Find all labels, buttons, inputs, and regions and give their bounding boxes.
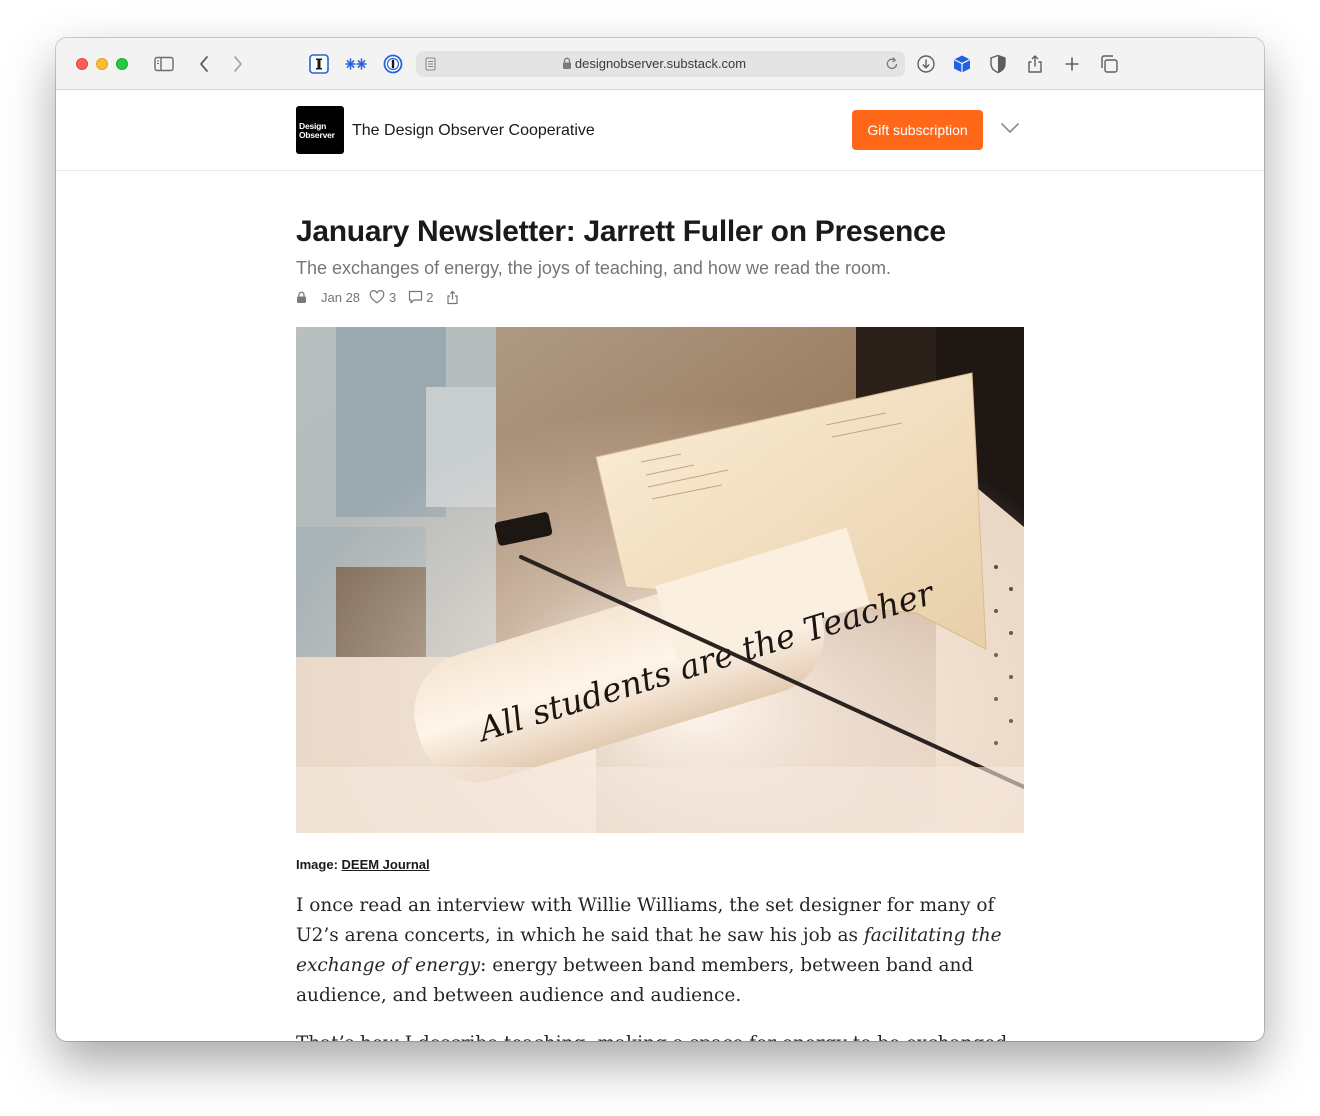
address-bar[interactable]: designobserver.substack.com — [416, 51, 905, 77]
back-icon[interactable] — [192, 52, 216, 76]
comments-button[interactable]: 2 — [408, 289, 434, 305]
post-subtitle: The exchanges of energy, the joys of tea… — [296, 258, 892, 278]
post-meta: Jan 28 3 2 — [296, 288, 459, 306]
comment-icon — [409, 290, 423, 304]
caption-link[interactable]: DEEM Journal — [342, 857, 430, 872]
shield-icon[interactable] — [986, 52, 1010, 76]
sidebar-icon[interactable] — [152, 52, 176, 76]
reload-icon[interactable] — [885, 56, 899, 76]
like-button[interactable]: 3 — [369, 290, 396, 305]
url-text[interactable]: designobserver.substack.com — [416, 56, 905, 71]
chevron-down-icon[interactable] — [1000, 121, 1020, 139]
logo-line-2: Observer — [299, 130, 335, 140]
publication-name[interactable]: The Design Observer Cooperative — [352, 122, 595, 140]
browser-toolbar: designobserver.substack.com — [56, 38, 1264, 90]
tabs-overview-icon[interactable] — [1097, 52, 1121, 76]
zoom-window-button[interactable] — [116, 58, 128, 70]
post-title: January Newsletter: Jarrett Fuller on Pr… — [296, 215, 946, 248]
paragraph-1: I once read an interview with Willie Wil… — [296, 891, 1024, 1011]
browser-window: designobserver.substack.com Design Obser… — [56, 38, 1264, 1041]
post-date: Jan 28 — [321, 289, 361, 305]
hero-image[interactable]: All students are the Teacher — [296, 327, 1024, 833]
like-count: 3 — [389, 289, 397, 305]
forward-icon[interactable] — [226, 52, 250, 76]
download-icon[interactable] — [914, 52, 938, 76]
instapaper-icon[interactable] — [307, 52, 331, 76]
publication-logo[interactable]: Design Observer — [296, 106, 344, 154]
paragraph-2: That’s how I describe teaching: making a… — [296, 1029, 1024, 1041]
image-caption: Image: DEEM Journal — [296, 857, 430, 872]
new-tab-icon[interactable] — [1060, 52, 1084, 76]
comment-count: 2 — [426, 289, 434, 305]
site-header: Design Observer The Design Observer Coop… — [56, 91, 1264, 171]
heart-icon — [369, 290, 385, 304]
cube-icon[interactable] — [950, 52, 974, 76]
close-window-button[interactable] — [76, 58, 88, 70]
desktop: designobserver.substack.com Design Obser… — [0, 0, 1320, 1116]
post-body: I once read an interview with Willie Wil… — [296, 891, 1024, 1041]
1password-icon[interactable] — [381, 52, 405, 76]
page-content: Design Observer The Design Observer Coop… — [56, 91, 1264, 1041]
gift-subscription-button[interactable]: Gift subscription — [852, 110, 983, 150]
caption-prefix: Image: — [296, 857, 342, 872]
share-icon[interactable] — [1023, 52, 1047, 76]
lock-icon — [296, 291, 307, 304]
share-icon[interactable] — [446, 290, 459, 305]
minimize-window-button[interactable] — [96, 58, 108, 70]
extension-icon[interactable] — [344, 52, 368, 76]
